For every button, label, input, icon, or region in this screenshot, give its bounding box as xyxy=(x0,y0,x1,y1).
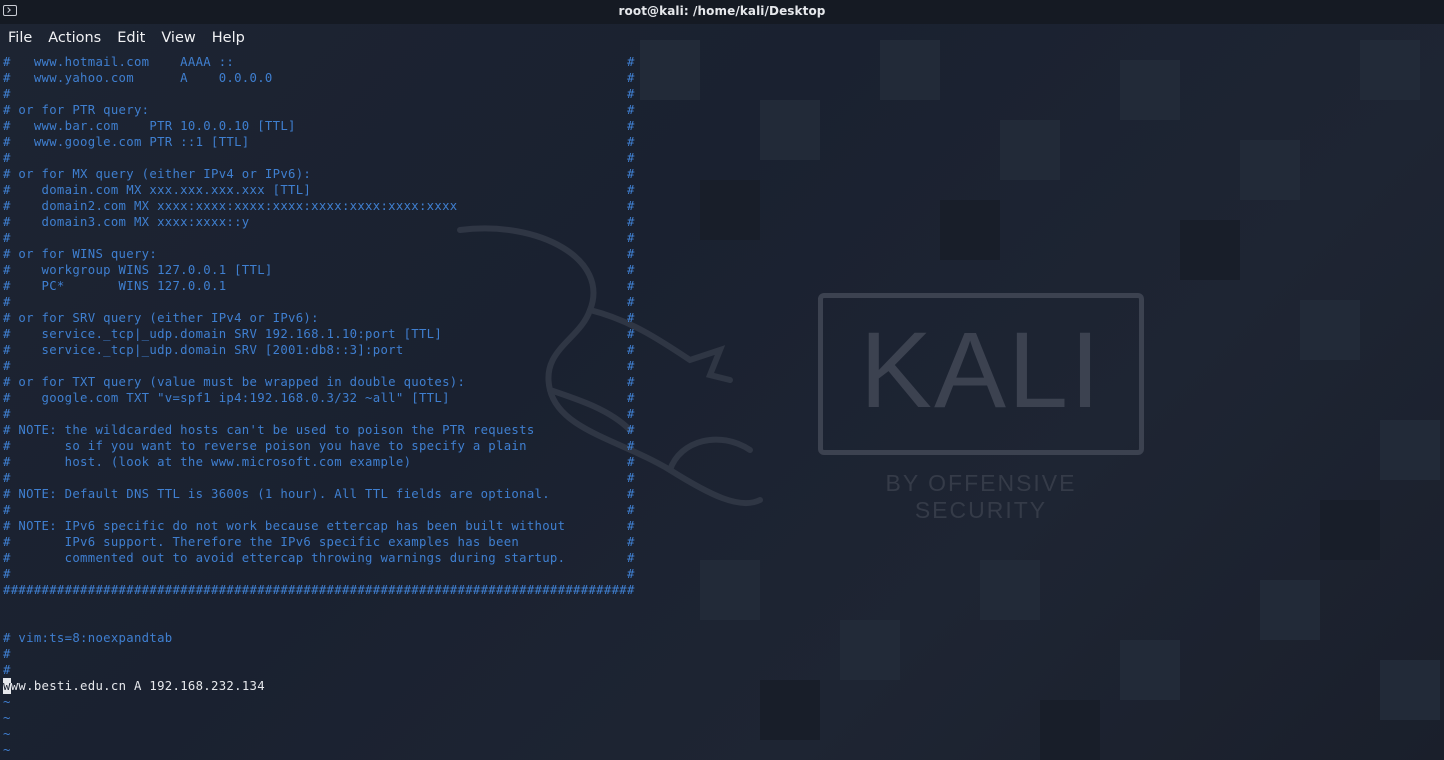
terminal-line: # IPv6 support. Therefore the IPv6 speci… xyxy=(3,535,635,549)
terminal-line: # # xyxy=(3,231,635,245)
empty-line-tilde: ~ xyxy=(3,743,11,757)
terminal-line: # vim:ts=8:noexpandtab xyxy=(3,631,173,645)
terminal-line: # xyxy=(3,663,11,677)
terminal-line: # NOTE: IPv6 specific do not work becaus… xyxy=(3,519,635,533)
terminal-line: # # xyxy=(3,359,635,373)
empty-line-tilde: ~ xyxy=(3,727,11,741)
menu-bar: File Actions Edit View Help xyxy=(0,25,253,51)
empty-line-tilde: ~ xyxy=(3,695,11,709)
terminal-line: # service._tcp|_udp.domain SRV 192.168.1… xyxy=(3,327,635,341)
terminal-line: # # xyxy=(3,407,635,421)
terminal-line: # service._tcp|_udp.domain SRV [2001:db8… xyxy=(3,343,635,357)
menu-edit[interactable]: Edit xyxy=(109,25,153,51)
menu-view[interactable]: View xyxy=(153,25,203,51)
title-bar[interactable]: root@kali: /home/kali/Desktop xyxy=(0,0,1444,24)
terminal-line: # domain3.com MX xxxx:xxxx::y # xyxy=(3,215,635,229)
terminal-lines: # www.hotmail.com AAAA :: ## www.yahoo.c… xyxy=(3,54,1439,678)
terminal-line: # xyxy=(3,647,11,661)
terminal-line: # # xyxy=(3,295,635,309)
terminal-line: # www.hotmail.com AAAA :: # xyxy=(3,55,635,69)
terminal-line: # # xyxy=(3,471,635,485)
terminal-window: KALI BY OFFENSIVE SECURITY root@kali: /h… xyxy=(0,0,1444,760)
terminal-line: # # xyxy=(3,151,635,165)
terminal-content[interactable]: # www.hotmail.com AAAA :: ## www.yahoo.c… xyxy=(3,54,1439,758)
terminal-line: ########################################… xyxy=(3,583,635,597)
terminal-line: # PC* WINS 127.0.0.1 # xyxy=(3,279,635,293)
terminal-line: # www.bar.com PTR 10.0.0.10 [TTL] # xyxy=(3,119,635,133)
terminal-line: # or for MX query (either IPv4 or IPv6):… xyxy=(3,167,635,181)
terminal-line: # or for TXT query (value must be wrappe… xyxy=(3,375,635,389)
terminal-line: # # xyxy=(3,87,635,101)
terminal-line: # NOTE: the wildcarded hosts can't be us… xyxy=(3,423,635,437)
text-cursor: w xyxy=(3,678,11,694)
terminal-line: # host. (look at the www.microsoft.com e… xyxy=(3,455,635,469)
terminal-line: # www.yahoo.com A 0.0.0.0 # xyxy=(3,71,635,85)
menu-help[interactable]: Help xyxy=(204,25,253,51)
terminal-line: # or for WINS query: # xyxy=(3,247,635,261)
terminal-line: # domain2.com MX xxxx:xxxx:xxxx:xxxx:xxx… xyxy=(3,199,635,213)
terminal-line: # or for PTR query: # xyxy=(3,103,635,117)
terminal-line: # so if you want to reverse poison you h… xyxy=(3,439,635,453)
hosts-entry-text: ww.besti.edu.cn A 192.168.232.134 xyxy=(10,679,265,693)
terminal-line: # # xyxy=(3,567,635,581)
empty-line-tilde: ~ xyxy=(3,711,11,725)
terminal-line: # workgroup WINS 127.0.0.1 [TTL] # xyxy=(3,263,635,277)
terminal-line: # or for SRV query (either IPv4 or IPv6)… xyxy=(3,311,635,325)
hosts-entry-line: www.besti.edu.cn A 192.168.232.134 xyxy=(3,678,1439,694)
menu-file[interactable]: File xyxy=(0,25,40,51)
terminal-line: # google.com TXT "v=spf1 ip4:192.168.0.3… xyxy=(3,391,635,405)
terminal-line: # commented out to avoid ettercap throwi… xyxy=(3,551,635,565)
terminal-line: # # xyxy=(3,503,635,517)
window-title: root@kali: /home/kali/Desktop xyxy=(618,4,826,18)
menu-actions[interactable]: Actions xyxy=(40,25,109,51)
terminal-line: # domain.com MX xxx.xxx.xxx.xxx [TTL] # xyxy=(3,183,635,197)
empty-buffer-lines: ~ ~ ~ ~ xyxy=(3,694,1439,758)
terminal-line: # www.google.com PTR ::1 [TTL] # xyxy=(3,135,635,149)
terminal-line: # NOTE: Default DNS TTL is 3600s (1 hour… xyxy=(3,487,635,501)
